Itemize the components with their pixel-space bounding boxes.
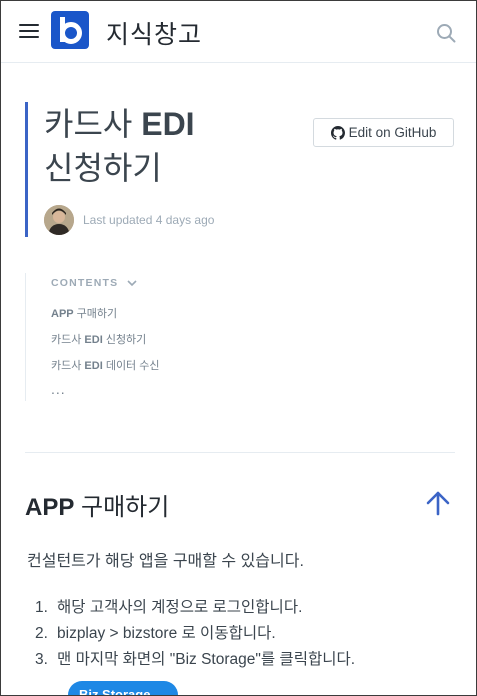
toc-more[interactable]: ... <box>51 381 455 397</box>
biz-storage-button[interactable]: Biz Storage → <box>68 681 178 695</box>
toc-item-app-purchase[interactable]: APP 구매하기 <box>51 307 455 333</box>
toc-list: APP 구매하기 카드사 EDI 신청하기 카드사 EDI 데이터 수신 <box>51 307 455 385</box>
contents-heading: CONTENTS <box>51 277 119 289</box>
step-item: 3. 맨 마지막 화면의 "Biz Storage"를 클릭합니다. <box>35 651 356 668</box>
page-frame: 지식창고 카드사 EDI 신청하기 Last updated 4 days ag… <box>0 0 477 696</box>
last-updated-text: Last updated 4 days ago <box>83 213 215 227</box>
search-icon[interactable] <box>436 23 456 43</box>
last-updated: Last updated 4 days ago <box>44 205 214 235</box>
page-title-block: 카드사 EDI 신청하기 Last updated 4 days ago <box>25 102 295 237</box>
section-divider <box>25 452 455 453</box>
steps-list: 1. 해당 고객사의 계정으로 로그인합니다. 2. bizplay > bizst… <box>35 597 355 675</box>
chevron-down-icon <box>127 279 137 286</box>
step-item: 2. bizplay > bizstore 로 이동합니다. <box>35 625 276 642</box>
arrow-up-icon[interactable] <box>425 490 451 516</box>
site-logo[interactable] <box>51 11 89 49</box>
section-paragraph: 컨설턴트가 해당 앱을 구매할 수 있습니다. <box>27 553 304 570</box>
contents-toggle[interactable]: CONTENTS <box>51 277 455 289</box>
edit-on-github-button[interactable]: Edit on GitHub <box>313 118 454 147</box>
toc-item-edi-apply[interactable]: 카드사 EDI 신청하기 <box>51 333 455 359</box>
hamburger-menu-icon[interactable] <box>19 23 39 40</box>
logo-b-icon <box>60 17 82 44</box>
github-icon <box>330 125 345 140</box>
page-title: 카드사 EDI 신청하기 <box>44 106 195 186</box>
github-button-label: Edit on GitHub <box>348 125 437 140</box>
table-of-contents: CONTENTS APP 구매하기 카드사 EDI 신청하기 카드사 EDI 데… <box>25 273 455 401</box>
site-title[interactable]: 지식창고 <box>106 15 202 51</box>
author-avatar[interactable] <box>44 205 74 235</box>
top-header: 지식창고 <box>1 1 476 63</box>
section-heading: APP 구매하기 <box>25 494 170 521</box>
step-item: 1. 해당 고객사의 계정으로 로그인합니다. <box>35 599 303 616</box>
